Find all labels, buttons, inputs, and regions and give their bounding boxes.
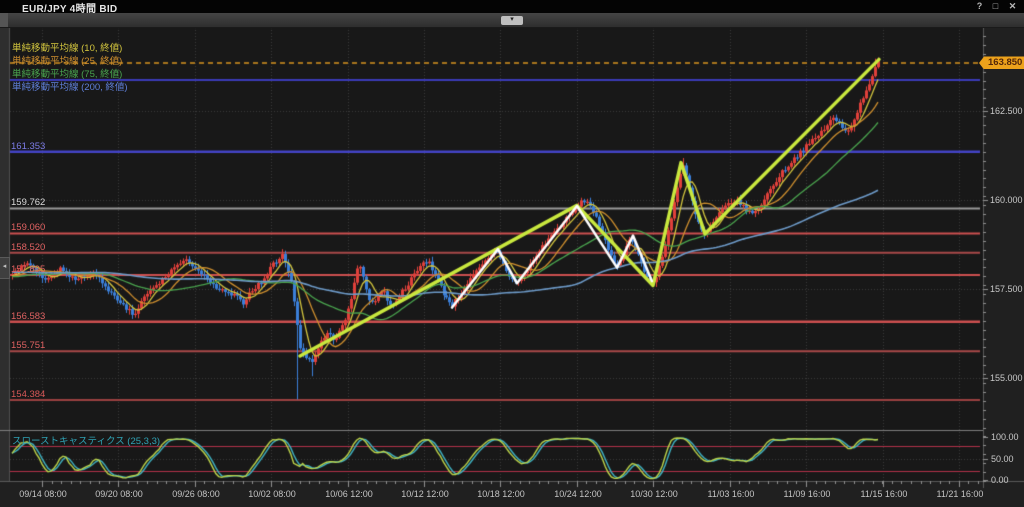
title-bar: EUR/JPY 4時間 BID ? □ ✕ <box>0 0 1024 13</box>
toolbar-collapse-button[interactable]: ▾ <box>501 16 523 25</box>
chart-window: EUR/JPY 4時間 BID ? □ ✕ ▾ ◂ 単純移動平均線 (10, 終… <box>0 0 1024 507</box>
help-button[interactable]: ? <box>973 0 986 12</box>
toolbar: ▾ <box>0 13 1024 28</box>
left-panel-expander[interactable]: ◂ <box>0 257 10 279</box>
price-chart-canvas[interactable] <box>0 0 1024 507</box>
toolbar-accent <box>0 13 8 27</box>
close-button[interactable]: ✕ <box>1006 0 1019 12</box>
maximize-button[interactable]: □ <box>989 0 1002 12</box>
